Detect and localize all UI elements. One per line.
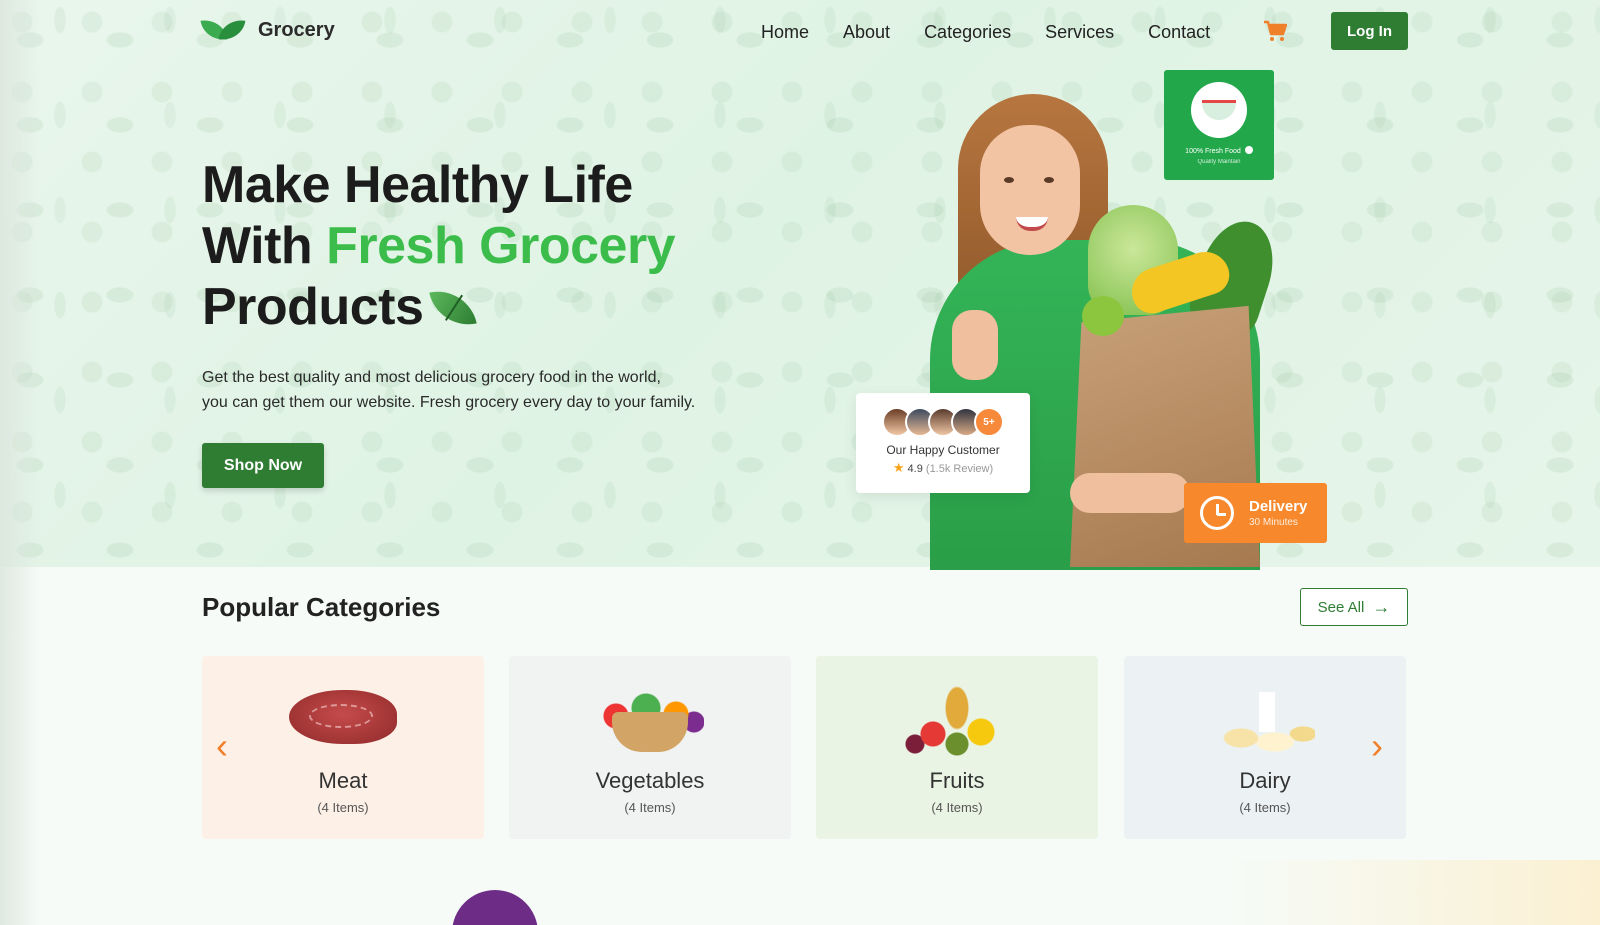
customer-avatars: 5+ — [856, 407, 1030, 437]
fruits-image — [897, 676, 1017, 756]
nav-link-categories[interactable]: Categories — [924, 22, 1011, 43]
nav-link-contact[interactable]: Contact — [1148, 22, 1210, 43]
leaf-icon — [429, 284, 478, 332]
hero-title: Make Healthy Life With Fresh Grocery Pro… — [202, 155, 762, 338]
category-count: (4 Items) — [931, 800, 983, 815]
next-section-banner-peek — [1230, 860, 1600, 925]
review-count: (1.5k Review) — [925, 463, 994, 475]
alarm-clock-icon — [1200, 496, 1234, 530]
rating-value: 4.9 — [907, 463, 923, 475]
check-icon — [1244, 146, 1253, 154]
categories-heading: Popular Categories — [202, 592, 441, 622]
arrow-right-icon: → — [1372, 596, 1391, 617]
category-card-vegetables[interactable]: Vegetables (4 Items) — [509, 656, 791, 839]
login-button[interactable]: Log In — [1331, 12, 1408, 50]
happy-customer-card: 5+ Our Happy Customer ★ 4.9 (1.5k Review… — [856, 393, 1030, 493]
hero-title-products: Products — [202, 278, 424, 336]
customer-label: Our Happy Customer — [886, 443, 1000, 457]
category-count: (4 Items) — [317, 800, 369, 815]
more-customers-badge: 5+ — [974, 407, 1004, 437]
category-name: Meat — [318, 768, 368, 793]
category-count: (4 Items) — [1239, 800, 1291, 815]
nav-link-services[interactable]: Services — [1045, 22, 1114, 43]
brand-logo[interactable]: Grocery — [200, 16, 335, 44]
leaf-logo-icon — [200, 16, 246, 44]
vegetables-image — [590, 676, 710, 756]
hero-title-line2: With Fresh Grocery — [202, 216, 762, 277]
nav-link-home[interactable]: Home — [761, 22, 809, 43]
delivery-badge: Delivery 30 Minutes — [1184, 483, 1327, 543]
category-card-fruits[interactable]: Fruits (4 Items) — [816, 656, 1098, 839]
dairy-image — [1205, 676, 1325, 756]
hero-title-prefix: With — [202, 217, 327, 275]
chevron-left-icon[interactable]: ‹ — [216, 728, 228, 764]
nav-link-about[interactable]: About — [843, 22, 890, 43]
fresh-food-badge: 100% Fresh Food Quality Maintain — [1164, 70, 1274, 180]
hero-title-highlight: Fresh Grocery — [326, 217, 676, 275]
left-edge-fade — [0, 0, 40, 925]
category-name: Fruits — [929, 768, 985, 793]
chevron-right-icon[interactable]: › — [1371, 728, 1383, 764]
nav-links: Home About Categories Services Contact — [761, 22, 1210, 43]
see-all-label: See All — [1317, 598, 1365, 616]
customer-rating: ★ 4.9 (1.5k Review) — [856, 460, 1030, 476]
meat-image — [283, 676, 403, 756]
hero-title-line1: Make Healthy Life — [202, 156, 633, 214]
fresh-food-subtitle: Quality Maintain — [1197, 159, 1241, 165]
delivery-subtitle: 30 Minutes — [1249, 517, 1298, 528]
hero-title-line3: Products — [202, 277, 762, 338]
hero-description: Get the best quality and most delicious … — [202, 365, 762, 415]
cart-icon[interactable] — [1263, 20, 1287, 42]
brand-name: Grocery — [258, 18, 335, 41]
shop-now-button[interactable]: Shop Now — [202, 443, 324, 488]
delivery-title: Delivery — [1249, 498, 1308, 515]
hero-description-line2: you can get them our website. Fresh groc… — [202, 394, 696, 411]
next-section-image-peek — [452, 890, 538, 925]
category-name: Vegetables — [595, 768, 705, 793]
category-card-meat[interactable]: Meat (4 Items) — [202, 656, 484, 839]
hero-description-line1: Get the best quality and most delicious … — [202, 369, 661, 386]
category-name: Dairy — [1239, 768, 1291, 793]
salad-bowl-icon — [1191, 82, 1247, 138]
fresh-food-title: 100% Fresh Food — [1185, 148, 1241, 155]
category-card-dairy[interactable]: Dairy (4 Items) — [1124, 656, 1406, 839]
see-all-button[interactable]: See All → — [1300, 588, 1408, 626]
category-count: (4 Items) — [624, 800, 676, 815]
top-navbar: Grocery Home About Categories Services C… — [0, 0, 1600, 64]
star-icon: ★ — [892, 460, 905, 475]
